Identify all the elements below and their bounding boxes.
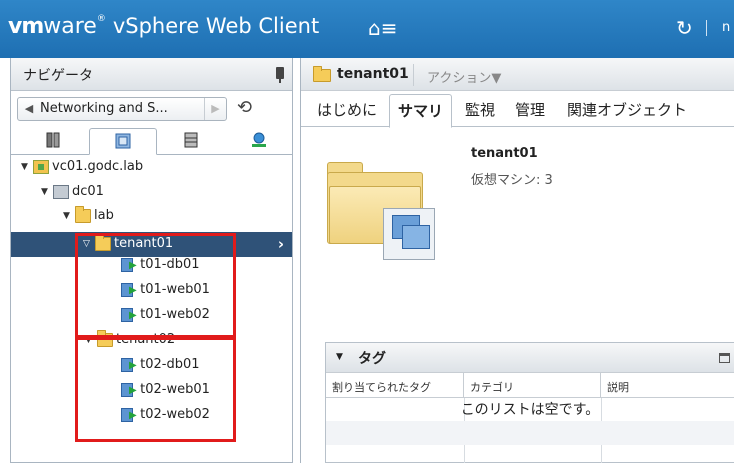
tags-header[interactable]: ▼ タグ	[326, 343, 734, 373]
user-menu[interactable]: n	[722, 20, 730, 35]
expand-icon[interactable]: ▼	[85, 335, 97, 345]
expand-icon[interactable]: ▼	[21, 162, 33, 172]
tab-summary[interactable]: サマリ	[389, 94, 453, 128]
tree-label: t01-db01	[140, 257, 200, 272]
tree-node-vm[interactable]: t02-db01	[121, 357, 200, 382]
back-label: Networking and S...	[40, 101, 168, 116]
tree-node-folder-lab[interactable]: ▼ lab	[63, 205, 114, 233]
tree-node-vm[interactable]: t02-web02	[121, 407, 210, 432]
folder-icon	[313, 66, 331, 82]
refresh-icon[interactable]: ↻	[676, 18, 693, 38]
vm-icon	[121, 357, 137, 372]
expand-icon[interactable]: ▼	[41, 187, 53, 197]
navigator-tabs	[11, 125, 292, 155]
tree-label: t01-web02	[140, 307, 210, 322]
storage-icon[interactable]	[157, 128, 225, 155]
summary-name: tenant01	[471, 146, 538, 161]
folder-summary-icon	[327, 162, 437, 260]
tree-node-vm[interactable]: t01-web01	[121, 282, 210, 307]
vms-templates-icon[interactable]	[89, 128, 157, 155]
object-header: tenant01 アクション▼	[301, 58, 734, 91]
tree-node-tenant01[interactable]: ▽ tenant01 ›	[11, 232, 292, 257]
tree-node-vm[interactable]: t01-db01	[121, 257, 200, 282]
vm-count-value: 3	[544, 173, 553, 188]
tree-node-tenant02[interactable]: ▼ tenant02	[85, 329, 176, 357]
tree-node-vcenter[interactable]: ▼ vc01.godc.lab	[21, 159, 143, 184]
header-divider	[706, 20, 707, 36]
vm-icon	[121, 307, 137, 322]
folder-icon	[97, 329, 113, 347]
vcenter-icon	[33, 159, 49, 174]
tags-title: タグ	[358, 351, 386, 367]
navigator-panel: ナビゲータ ◀ Networking and S... ▶ ⟲ ▼ vc01.god…	[10, 58, 293, 463]
navigator-header: ナビゲータ	[11, 58, 292, 91]
table-row	[326, 421, 734, 445]
folder-icon	[95, 233, 111, 251]
vm-icon	[121, 257, 137, 272]
tree-label: t02-web01	[140, 382, 210, 397]
chevron-right-icon[interactable]: ›	[278, 235, 284, 253]
object-title: tenant01	[337, 66, 409, 82]
empty-list-message: このリストは空です。	[460, 402, 600, 418]
vmware-logo: vmware® vSphere Web Client	[8, 14, 319, 39]
datacenter-icon	[53, 184, 69, 199]
back-arrow-icon: ◀	[24, 102, 34, 115]
app-header: vmware® vSphere Web Client ⌂≡ ↻ n	[0, 0, 734, 58]
vm-overlay-icon	[383, 208, 435, 260]
header-divider	[413, 64, 414, 86]
folder-icon	[75, 205, 91, 223]
actions-menu[interactable]: アクション▼	[427, 67, 501, 86]
collapse-icon[interactable]: ▼	[336, 352, 343, 362]
brand-ware: ware	[43, 14, 97, 39]
tree-label: tenant02	[116, 332, 176, 347]
tree-label: dc01	[72, 184, 104, 199]
tree-node-datacenter[interactable]: ▼ dc01	[41, 184, 104, 209]
expand-icon[interactable]: ▼	[63, 211, 75, 221]
tree-node-vm[interactable]: t01-web02	[121, 307, 210, 332]
maximize-icon[interactable]	[719, 353, 730, 363]
hosts-clusters-icon[interactable]	[19, 128, 87, 155]
summary-vm-count: 仮想マシン: 3	[471, 169, 553, 188]
networking-icon[interactable]	[225, 128, 293, 155]
vm-icon	[121, 407, 137, 422]
column-header[interactable]: 割り当てられたタグ	[326, 373, 464, 398]
tree-label: tenant01	[114, 236, 174, 251]
collapse-icon[interactable]: ▽	[83, 239, 95, 249]
navigator-title: ナビゲータ	[23, 68, 93, 84]
brand-vm: vm	[8, 14, 44, 39]
tab-getting-started[interactable]: はじめに	[317, 99, 377, 120]
back-button[interactable]: ◀ Networking and S... ▶	[17, 97, 227, 121]
product-name: vSphere Web Client	[112, 14, 320, 38]
vm-icon	[121, 382, 137, 397]
tree-label: t02-web02	[140, 407, 210, 422]
brand-tm: ®	[96, 14, 106, 24]
tags-portlet: ▼ タグ 割り当てられたタグ カテゴリ 説明 このリストは空です。	[325, 342, 734, 463]
tree-label: t01-web01	[140, 282, 210, 297]
history-icon[interactable]: ⟲	[237, 97, 252, 118]
navigator-controls: ◀ Networking and S... ▶ ⟲	[11, 91, 292, 125]
pin-icon[interactable]	[276, 67, 284, 83]
tree-label: t02-db01	[140, 357, 200, 372]
forward-arrow-icon[interactable]: ▶	[204, 98, 226, 120]
home-icon[interactable]: ⌂≡	[368, 18, 397, 38]
column-header[interactable]: 説明	[601, 373, 734, 398]
object-tabs: はじめに サマリ 監視 管理 関連オブジェクト	[301, 91, 734, 128]
tab-related-objects[interactable]: 関連オブジェクト	[567, 99, 687, 120]
tags-table-header: 割り当てられたタグ カテゴリ 説明	[326, 373, 734, 398]
tab-manage[interactable]: 管理	[515, 99, 545, 120]
tree-label: vc01.godc.lab	[52, 159, 144, 174]
vm-count-label: 仮想マシン:	[471, 173, 541, 188]
column-header[interactable]: カテゴリ	[464, 373, 601, 398]
tab-monitor[interactable]: 監視	[465, 99, 495, 120]
main-panel: tenant01 アクション▼ はじめに サマリ 監視 管理 関連オブジェクト …	[300, 58, 734, 463]
tree-label: lab	[94, 208, 114, 223]
vm-icon	[121, 282, 137, 297]
tree-node-vm[interactable]: t02-web01	[121, 382, 210, 407]
